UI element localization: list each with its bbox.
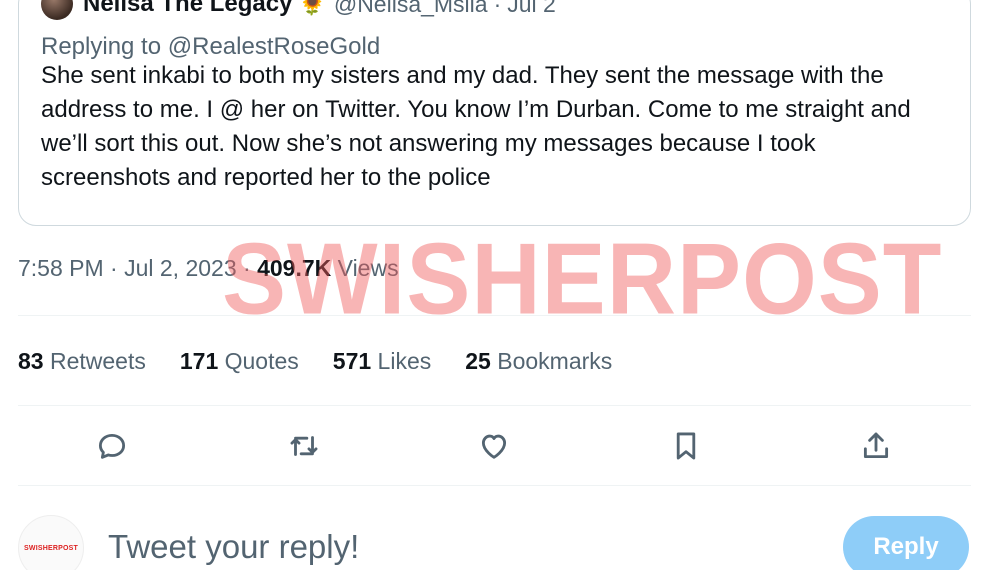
retweets-label: Retweets xyxy=(49,348,146,374)
tweet-meta: 7:58 PM · Jul 2, 2023 · 409.7K Views xyxy=(18,255,399,282)
likes-stat[interactable]: 571 Likes xyxy=(333,348,431,375)
retweets-stat[interactable]: 83 Retweets xyxy=(18,348,146,375)
retweet-icon xyxy=(290,436,318,456)
share-button[interactable] xyxy=(856,426,896,466)
retweet-button[interactable] xyxy=(284,426,324,466)
reply-icon xyxy=(98,433,126,459)
bookmarks-count: 25 xyxy=(465,348,491,374)
author-name[interactable]: Nelisa The Legacy xyxy=(83,0,292,18)
engagement-stats: 83 Retweets 171 Quotes 571 Likes 25 Book… xyxy=(18,348,646,375)
quotes-count: 171 xyxy=(179,348,219,374)
retweets-count: 83 xyxy=(18,348,44,374)
reply-button[interactable] xyxy=(92,426,132,466)
reply-input[interactable] xyxy=(108,522,808,570)
bookmarks-label: Bookmarks xyxy=(497,348,613,374)
tweet-timestamp[interactable]: 7:58 PM · Jul 2, 2023 · xyxy=(18,255,251,281)
views-count: 409.7K xyxy=(257,255,332,281)
likes-label: Likes xyxy=(377,348,432,374)
divider xyxy=(18,405,971,406)
header-separator: · xyxy=(493,0,502,17)
quotes-label: Quotes xyxy=(224,348,299,374)
quotes-stat[interactable]: 171 Quotes xyxy=(180,348,299,375)
bookmarks-stat[interactable]: 25 Bookmarks xyxy=(465,348,612,375)
tweet-actions xyxy=(18,420,971,470)
quoted-tweet-text: She sent inkabi to both my sisters and m… xyxy=(41,62,911,191)
bookmark-button[interactable] xyxy=(666,426,706,466)
views-label: Views xyxy=(337,255,399,281)
author-handle[interactable]: @Nelisa_Msila xyxy=(334,0,488,18)
divider xyxy=(18,485,971,486)
likes-count: 571 xyxy=(332,348,372,374)
user-avatar[interactable]: SWISHERPOST xyxy=(18,515,84,570)
replying-to-line: Replying to @RealestRoseGold xyxy=(41,33,380,61)
divider xyxy=(18,315,971,316)
avatar-logo-text: SWISHERPOST xyxy=(24,544,78,552)
replying-to-mention[interactable]: @RealestRoseGold xyxy=(168,33,380,60)
share-icon xyxy=(863,432,889,459)
quoted-tweet-header: Nelisa The Legacy 🌻 @Nelisa_Msila · Jul … xyxy=(41,0,556,21)
tweet-date[interactable]: Jul 2 xyxy=(507,0,556,18)
heart-icon xyxy=(481,434,507,459)
reply-submit-button[interactable]: Reply xyxy=(843,516,969,570)
replying-prefix: Replying to xyxy=(41,33,162,60)
quoted-tweet-card[interactable]: Nelisa The Legacy 🌻 @Nelisa_Msila · Jul … xyxy=(18,0,971,226)
bookmark-icon xyxy=(676,432,696,460)
like-button[interactable] xyxy=(474,426,514,466)
sunflower-emoji: 🌻 xyxy=(298,0,326,16)
author-avatar[interactable] xyxy=(41,0,73,20)
